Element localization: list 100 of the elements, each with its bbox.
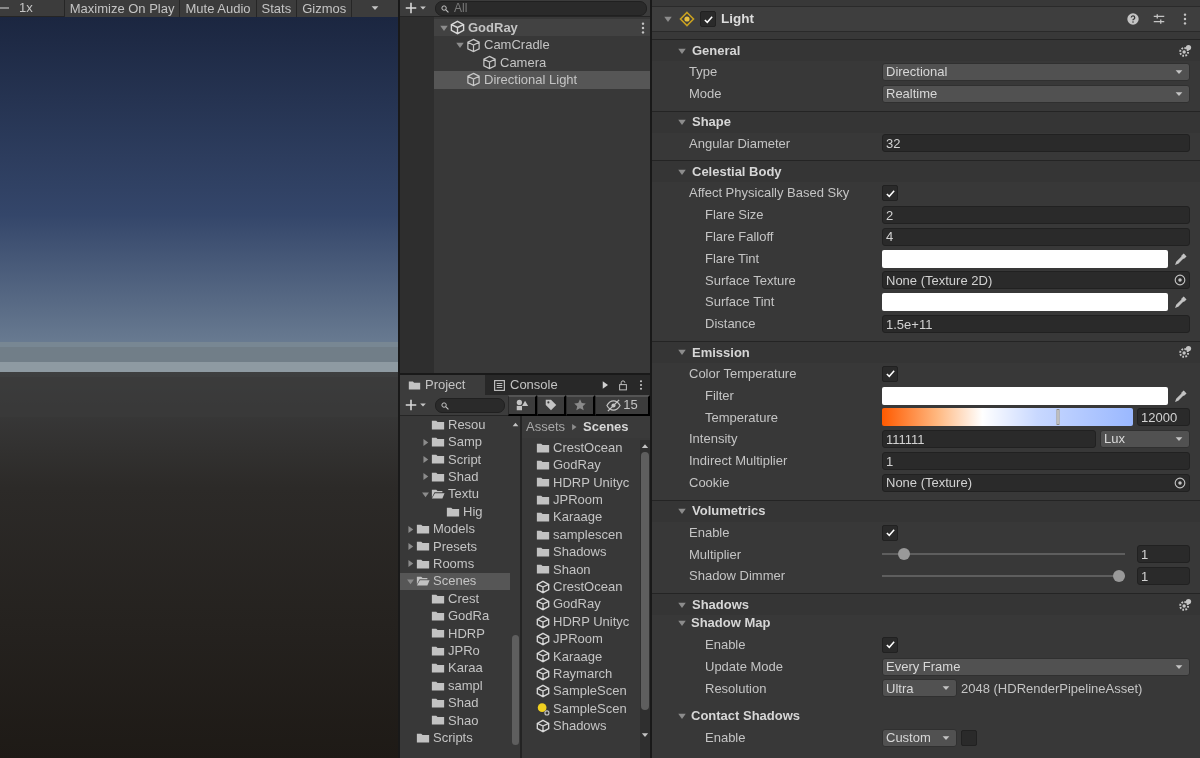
number-field[interactable]: 1 [882,452,1190,471]
dropdown[interactable]: Realtime [882,84,1190,103]
folder-tree-item[interactable]: Rooms [400,555,510,573]
toolbar-button[interactable]: Gizmos [296,0,352,17]
foldout-arrow-icon[interactable] [420,453,431,465]
asset-item[interactable]: Shadows [536,717,639,735]
folder-tree-item[interactable]: sampl [400,676,510,695]
toolbar-button[interactable]: Stats [255,0,297,17]
folder-tree-item[interactable]: Shad [400,468,510,486]
target-icon[interactable] [1173,475,1187,490]
folder-tree-item[interactable]: Presets [400,537,510,556]
asset-item[interactable]: Shaon [536,560,639,579]
number-field[interactable]: 111111 [882,430,1096,449]
asset-item[interactable]: HDRP Unityc [536,612,639,631]
foldout-arrow-icon[interactable] [405,558,416,570]
folder-tree-item[interactable]: Textu [400,485,510,503]
target-icon[interactable] [1173,273,1187,288]
scroll-up-arrow-icon[interactable] [511,420,520,429]
asset-item[interactable]: GodRay [536,595,639,613]
folder-tree-item[interactable]: Scripts [400,729,510,747]
dropdown[interactable]: Every Frame [882,657,1190,676]
scrollbar[interactable] [640,440,650,758]
folder-tree-item[interactable]: Scenes [400,572,510,590]
search-field[interactable] [435,397,505,413]
checkbox[interactable] [882,185,898,202]
asset-item[interactable]: CrestOcean [536,439,639,457]
folder-tree-item[interactable]: Karaa [400,659,510,677]
dropdown[interactable]: Directional [882,62,1190,81]
asset-item[interactable]: samplescen [536,525,639,544]
asset-item[interactable]: JPRoom [536,630,639,648]
folder-tree-item[interactable]: Shao [400,711,510,730]
checkbox[interactable] [882,636,898,653]
temperature-slider[interactable] [882,408,1133,427]
eyedropper-icon[interactable] [1174,295,1188,310]
folder-tree-item[interactable]: Resou [400,416,510,434]
foldout-arrow-icon[interactable] [405,540,416,552]
number-field[interactable]: 32 [882,134,1190,153]
lock-icon[interactable] [617,379,629,391]
folder-tree-item[interactable]: Crest [400,589,510,608]
checkbox[interactable] [882,365,898,382]
slider-thumb[interactable] [1113,570,1125,583]
presets-icon[interactable] [1152,12,1166,26]
folder-tree-item[interactable]: Shad [400,694,510,712]
foldout-arrow-icon[interactable] [405,523,416,535]
toolbar-button[interactable]: Mute Audio [179,0,256,17]
asset-item[interactable]: JPRoom [536,491,639,509]
tab[interactable]: Project [400,375,485,395]
gear-icon[interactable] [1178,345,1192,360]
object-field[interactable]: None (Texture) [882,473,1190,492]
color-field[interactable] [882,249,1168,268]
asset-item[interactable]: SampleScen [536,699,639,718]
number-field[interactable]: 2 [882,206,1190,225]
folder-tree-item[interactable]: HDRP [400,624,510,643]
hierarchy-item[interactable]: Camera [434,53,650,72]
color-field[interactable] [882,386,1168,405]
number-field[interactable]: 4 [882,227,1190,246]
object-field[interactable]: None (Texture 2D) [882,271,1190,290]
dropdown[interactable]: Lux [1100,430,1190,449]
folder-tree-item[interactable]: Samp [400,433,510,451]
folder-tree-item[interactable]: JPRo [400,642,510,660]
folder-tree-item[interactable]: GodRa [400,607,510,625]
foldout-arrow-icon[interactable] [420,436,431,448]
gear-icon[interactable] [1178,43,1192,58]
folder-tree-item[interactable]: Hig [400,502,510,521]
eyedropper-icon[interactable] [1174,388,1188,403]
tab[interactable]: Console [485,375,566,395]
asset-item[interactable]: Shadows [536,543,639,561]
help-icon[interactable] [1126,12,1140,26]
checkbox[interactable] [700,11,716,27]
asset-item[interactable]: Karaage [536,647,639,666]
asset-item[interactable]: SampleScen [536,682,639,700]
slider-thumb[interactable] [1056,409,1060,426]
toolbar-button[interactable]: Maximize On Play [63,0,180,17]
number-field[interactable]: 12000 [1137,408,1190,427]
field-label: Mode [688,85,723,102]
dropdown[interactable]: Ultra [882,679,957,698]
slider-thumb[interactable] [898,548,911,561]
hierarchy-item[interactable]: GodRay [434,19,650,37]
hierarchy-item[interactable]: Directional Light [434,71,650,89]
hierarchy-item[interactable]: CamCradle [434,36,650,54]
folder-tree-item[interactable]: Script [400,450,510,469]
search-field[interactable]: All [435,0,647,16]
folder-tree-item[interactable]: Models [400,520,510,538]
dropdown[interactable]: Custom [882,729,957,747]
asset-item[interactable]: CrestOcean [536,578,639,596]
breadcrumb-link[interactable]: Assets [526,419,565,435]
asset-item[interactable]: HDRP Unityc [536,473,639,492]
eyedropper-icon[interactable] [1174,251,1188,266]
asset-item[interactable]: GodRay [536,456,639,474]
breadcrumb-link[interactable]: Scenes [583,419,629,435]
asset-item[interactable]: Raymarch [536,665,639,683]
foldout-arrow-icon[interactable] [420,471,431,483]
gear-icon[interactable] [1178,597,1192,612]
shapes-button[interactable] [508,394,537,416]
checkbox[interactable] [882,524,898,541]
number-field[interactable]: 1 [1137,545,1190,564]
number-field[interactable]: 1 [1137,567,1190,586]
color-field[interactable] [882,293,1168,312]
asset-item[interactable]: Karaage [536,508,639,526]
number-field[interactable]: 1.5e+11 [882,315,1190,334]
